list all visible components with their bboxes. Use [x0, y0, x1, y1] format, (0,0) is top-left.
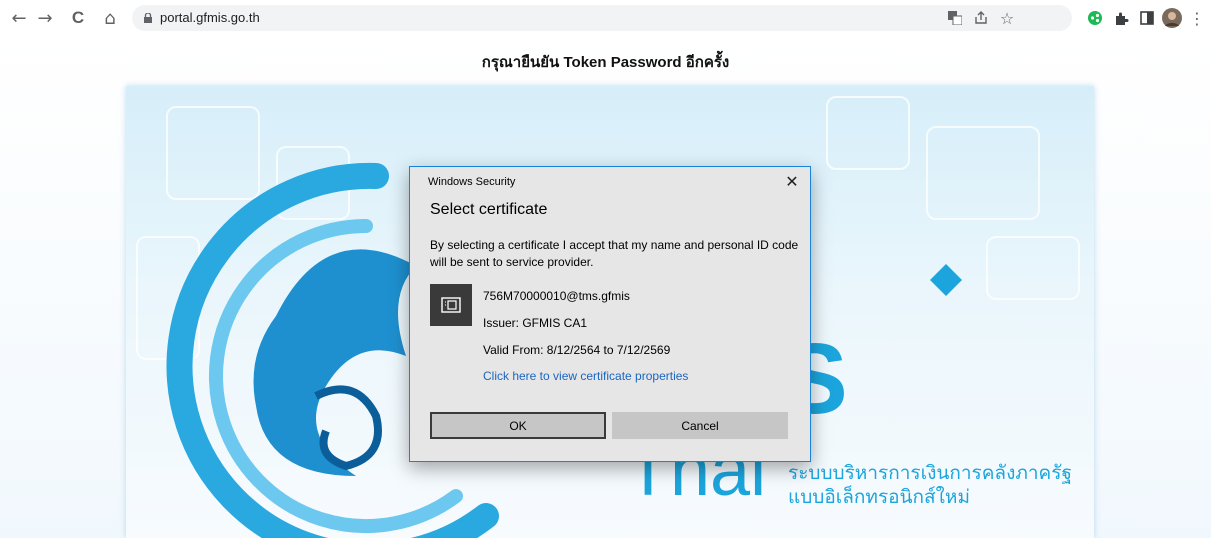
- side-panel-icon[interactable]: [1136, 6, 1158, 30]
- home-button[interactable]: ⌂: [98, 6, 122, 30]
- certificate-validity: Valid From: 8/12/2564 to 7/12/2569: [483, 343, 671, 357]
- decor-square: [986, 236, 1080, 300]
- close-icon[interactable]: ✕: [778, 169, 806, 193]
- page-title: กรุณายืนยัน Token Password อีกครั้ง: [481, 54, 730, 71]
- address-bar[interactable]: portal.gfmis.go.th ☆: [132, 5, 1072, 31]
- url-text: portal.gfmis.go.th: [160, 10, 260, 25]
- certificate-subject[interactable]: 756M70000010@tms.gfmis: [483, 289, 630, 303]
- logo-diamond-icon: [930, 264, 962, 296]
- banner-tagline-2: แบบอิเล็กทรอนิกส์ใหม่: [788, 486, 970, 508]
- cancel-button[interactable]: Cancel: [612, 412, 788, 439]
- dialog-window-title: Windows Security: [428, 176, 516, 188]
- ok-button[interactable]: OK: [430, 412, 606, 439]
- decor-square: [926, 126, 1040, 220]
- certificate-icon: [430, 284, 472, 326]
- browser-toolbar: ← → C ⌂ portal.gfmis.go.th ☆ ⋮: [0, 0, 1211, 36]
- profile-avatar[interactable]: [1161, 6, 1183, 30]
- decor-square: [826, 96, 910, 170]
- dialog-message: By selecting a certificate I accept that…: [430, 238, 799, 269]
- dialog-heading: Select certificate: [430, 201, 548, 218]
- menu-icon[interactable]: ⋮: [1186, 6, 1208, 30]
- certificate-issuer: Issuer: GFMIS CA1: [483, 316, 588, 330]
- extension-green-icon[interactable]: [1084, 6, 1106, 30]
- back-button[interactable]: ←: [7, 6, 31, 30]
- bookmark-star-icon[interactable]: ☆: [996, 6, 1018, 30]
- lock-icon: [144, 13, 152, 23]
- certificate-dialog: Windows Security ✕ Select certificate By…: [409, 166, 811, 462]
- translate-icon[interactable]: [944, 6, 966, 30]
- forward-button[interactable]: →: [33, 6, 57, 30]
- extensions-puzzle-icon[interactable]: [1110, 6, 1132, 30]
- reload-button[interactable]: C: [66, 6, 90, 30]
- certificate-properties-link[interactable]: Click here to view certificate propertie…: [483, 369, 688, 383]
- share-icon[interactable]: [970, 6, 992, 30]
